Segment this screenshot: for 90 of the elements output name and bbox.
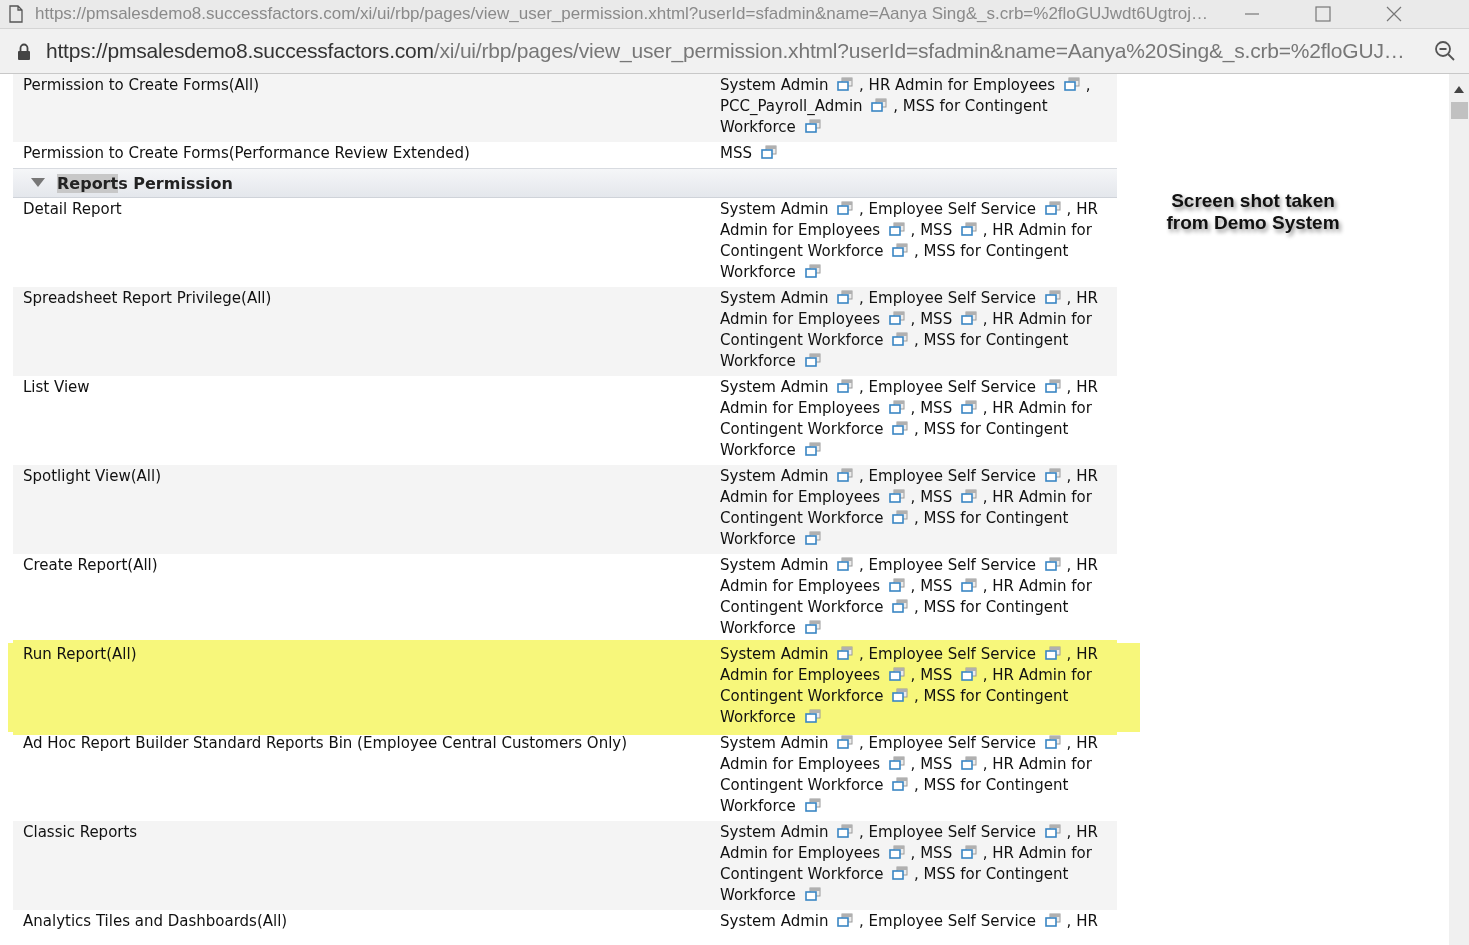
role-list: System Admin , Employee Self Service , HR Admin for Employees , MSS , HR Admin for Contingent Workforce , MSS for Contingent Workforce [720, 466, 1116, 550]
open-window-icon[interactable] [837, 913, 855, 928]
open-window-icon[interactable] [892, 510, 910, 525]
open-window-icon[interactable] [804, 531, 822, 546]
open-window-icon[interactable] [837, 735, 855, 750]
open-window-icon[interactable] [1063, 77, 1081, 92]
annotation: Screen shot taken from Demo System [1165, 190, 1341, 234]
open-window-icon[interactable] [892, 866, 910, 881]
open-window-icon[interactable] [871, 98, 889, 113]
expand-icon[interactable] [31, 178, 45, 188]
open-window-icon[interactable] [1044, 468, 1062, 483]
permission-name: Permission to Create Forms(All) [23, 76, 259, 94]
open-window-icon[interactable] [892, 421, 910, 436]
role-list: System Admin , HR Admin for Employees , PCC_Payroll_Admin , MSS for Contingent Workforce [720, 75, 1116, 138]
open-window-icon[interactable] [804, 620, 822, 635]
section-header[interactable]: Reports Permission [13, 168, 1117, 198]
open-window-icon[interactable] [1044, 557, 1062, 572]
open-window-icon[interactable] [960, 756, 978, 771]
open-window-icon[interactable] [892, 599, 910, 614]
open-window-icon[interactable] [804, 119, 822, 134]
open-window-icon[interactable] [837, 201, 855, 216]
open-window-icon[interactable] [1044, 735, 1062, 750]
open-window-icon[interactable] [837, 646, 855, 661]
open-window-icon[interactable] [1044, 646, 1062, 661]
open-window-icon[interactable] [804, 264, 822, 279]
role-list: System Admin , Employee Self Service , HR [720, 911, 1116, 932]
permission-name: Create Report(All) [23, 556, 158, 574]
open-window-icon[interactable] [1044, 201, 1062, 216]
zoom-icon[interactable] [1434, 40, 1456, 62]
open-window-icon[interactable] [888, 222, 906, 237]
open-window-icon[interactable] [888, 489, 906, 504]
role-list: MSS [720, 143, 1116, 164]
open-window-icon[interactable] [1044, 824, 1062, 839]
permission-name: Spotlight View(All) [23, 467, 161, 485]
open-window-icon[interactable] [837, 824, 855, 839]
open-window-icon[interactable] [888, 400, 906, 415]
open-window-icon[interactable] [888, 311, 906, 326]
open-window-icon[interactable] [804, 887, 822, 902]
open-window-icon[interactable] [837, 290, 855, 305]
permission-name: Ad Hoc Report Builder Standard Reports Bin (Employee Central Customers Only) [23, 734, 628, 752]
open-window-icon[interactable] [888, 667, 906, 682]
scroll-up-icon[interactable] [1454, 86, 1464, 93]
open-window-icon[interactable] [804, 709, 822, 724]
open-window-icon[interactable] [837, 557, 855, 572]
open-window-icon[interactable] [892, 688, 910, 703]
open-window-icon[interactable] [837, 468, 855, 483]
role-list: System Admin , Employee Self Service , HR Admin for Employees , MSS , HR Admin for Contingent Workforce , MSS for Contingent Workforce [720, 822, 1116, 906]
open-window-icon[interactable] [960, 667, 978, 682]
open-window-icon[interactable] [1044, 379, 1062, 394]
open-window-icon[interactable] [837, 379, 855, 394]
role-list: System Admin , Employee Self Service , HR Admin for Employees , MSS , HR Admin for Contingent Workforce , MSS for Contingent Workforce [720, 377, 1116, 461]
open-window-icon[interactable] [892, 777, 910, 792]
open-window-icon[interactable] [960, 222, 978, 237]
permission-name: Analytics Tiles and Dashboards(All) [23, 912, 288, 930]
open-window-icon[interactable] [960, 400, 978, 415]
open-window-icon[interactable] [960, 845, 978, 860]
lock-icon [17, 42, 31, 60]
permission-name: Run Report(All) [23, 645, 137, 663]
role-list: System Admin , Employee Self Service , HR Admin for Employees , MSS , HR Admin for Contingent Workforce , MSS for Contingent Workforce [720, 733, 1116, 817]
open-window-icon[interactable] [760, 145, 778, 160]
role-list: System Admin , Employee Self Service , HR Admin for Employees , MSS , HR Admin for Contingent Workforce , MSS for Contingent Workforce [720, 199, 1116, 283]
open-window-icon[interactable] [888, 578, 906, 593]
open-window-icon[interactable] [892, 332, 910, 347]
permission-name: Spreadsheet Report Privilege(All) [23, 289, 272, 307]
maximize-button[interactable] [1315, 6, 1332, 22]
close-button[interactable] [1386, 6, 1403, 22]
open-window-icon[interactable] [888, 845, 906, 860]
open-window-icon[interactable] [804, 353, 822, 368]
role-list: System Admin , Employee Self Service , HR Admin for Employees , MSS , HR Admin for Contingent Workforce , MSS for Contingent Workforce [720, 288, 1116, 372]
open-window-icon[interactable] [837, 77, 855, 92]
scroll-thumb[interactable] [1450, 102, 1468, 119]
permission-name: Detail Report [23, 200, 122, 218]
open-window-icon[interactable] [892, 243, 910, 258]
open-window-icon[interactable] [1044, 913, 1062, 928]
window-title: https://pmsalesdemo8.successfactors.com/xi/ui/rbp/pages/view_user_permission.xhtml?userId=sfadmin&name=Aanya Sing&_s.crb=%2floGUJwdt6Ugtroj… [35, 4, 1209, 24]
permission-name: Permission to Create Forms(Performance Review Extended) [23, 144, 470, 162]
open-window-icon[interactable] [804, 442, 822, 457]
open-window-icon[interactable] [888, 756, 906, 771]
section-title: Reports Permission [57, 173, 233, 193]
role-list: System Admin , Employee Self Service , HR Admin for Employees , MSS , HR Admin for Contingent Workforce , MSS for Contingent Workforce [720, 644, 1116, 728]
permission-name: List View [23, 378, 90, 396]
open-window-icon[interactable] [1044, 290, 1062, 305]
open-window-icon[interactable] [960, 578, 978, 593]
page-icon [9, 5, 23, 23]
open-window-icon[interactable] [960, 489, 978, 504]
permission-name: Classic Reports [23, 823, 138, 841]
role-list: System Admin , Employee Self Service , HR Admin for Employees , MSS , HR Admin for Contingent Workforce , MSS for Contingent Workforce [720, 555, 1116, 639]
open-window-icon[interactable] [804, 798, 822, 813]
scrollbar[interactable] [1449, 74, 1469, 945]
open-window-icon[interactable] [960, 311, 978, 326]
